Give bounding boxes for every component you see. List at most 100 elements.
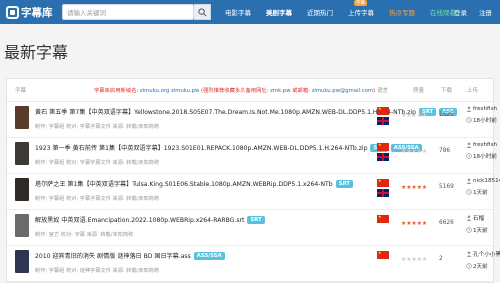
table-row: 2010 迎宾青旧的消失 剧情版 谜神落日 BD 国日字幕.ass ASS/SSA…: [7, 246, 500, 282]
subtitle-meta: 制作: 字幕组 校对: 字幕字幕文件 来源: 转载/未知简称: [35, 124, 160, 130]
chinese-flag-icon: [377, 251, 389, 259]
search-icon: [197, 7, 206, 16]
poster-thumbnail[interactable]: [15, 106, 29, 129]
subtitle-title: 1923 第一季 黄石前传 第1集【中英双语字幕】1923.S01E01.REP…: [35, 145, 368, 152]
subtitle-title-link[interactable]: 解放黑奴 中英双语.Emancipation.2022.1080p.WEBRip…: [35, 215, 265, 224]
upload-time-text: 18小时前: [473, 154, 497, 160]
nav-movie-subs[interactable]: 电影字幕: [225, 7, 251, 17]
table-row: 1923 第一季 黄石前传 第1集【中英双语字幕】1923.S01E01.REP…: [7, 138, 497, 174]
uploader-link[interactable]: 孔个小小黑: [466, 250, 500, 258]
uploader-name: nick18514: [473, 178, 500, 184]
rating-stars: ★★★★★: [401, 112, 427, 119]
col-subtitle: 字幕: [15, 88, 27, 94]
upload-time-text: 18小时前: [473, 118, 497, 124]
user-icon: [466, 251, 472, 257]
auth-links: 登录 注册: [442, 0, 492, 24]
language-flags: [377, 179, 389, 197]
site-logo[interactable]: 字幕库: [6, 5, 58, 20]
chinese-flag-icon: [377, 143, 389, 151]
search-placeholder: 请输入关键词: [67, 9, 106, 17]
poster-thumbnail[interactable]: [15, 214, 29, 237]
subtitle-title-link[interactable]: 1923 第一季 黄石前传 第1集【中英双语字幕】1923.S01E01.REP…: [35, 143, 422, 152]
nav-tv-subs[interactable]: 美剧字幕: [266, 7, 292, 17]
nav-upload[interactable]: 上传字幕 字幕: [348, 0, 374, 17]
uploader-name: freshfish: [473, 106, 498, 112]
upload-time-text: 2天前: [473, 264, 488, 270]
register-link[interactable]: 注册: [479, 7, 492, 17]
clock-icon: [466, 153, 472, 159]
search-input[interactable]: 请输入关键词: [62, 4, 194, 20]
col-uploader: 上传: [467, 88, 479, 94]
language-flags: [377, 143, 389, 161]
subtitle-title: 黄石 第五季 第7集【中英双语字幕】Yellowstone.2018.S05E0…: [35, 109, 416, 116]
star-icon: ★: [421, 256, 427, 263]
user-icon: [466, 142, 472, 148]
subtitle-title-link[interactable]: 塔尔萨之王 第1集【中英双语字幕】Tulsa.King.S01E06.Stabl…: [35, 179, 353, 188]
login-link[interactable]: 登录: [454, 7, 467, 17]
upload-time: 2天前: [466, 262, 500, 270]
clock-icon: [466, 227, 472, 233]
rating-stars: ★★★★★: [401, 148, 427, 155]
notice-suffix: ): [373, 88, 376, 94]
notice-domains[interactable]: zimuku.org zimuku.pw: [140, 88, 200, 94]
english-flag-icon: [377, 189, 389, 197]
uploader-link[interactable]: freshfish: [466, 142, 497, 148]
rating-stars: ★★★★★: [401, 184, 427, 191]
poster-thumbnail[interactable]: [15, 142, 29, 165]
search-button[interactable]: [194, 4, 211, 20]
notice-backup[interactable]: zmk.pw: [270, 88, 290, 94]
english-flag-icon: [377, 117, 389, 125]
nav-hot-topics[interactable]: 热点专题: [389, 7, 415, 17]
nav-upload-label: 上传字幕: [348, 9, 374, 17]
subtitle-title: 解放黑奴 中英双语.Emancipation.2022.1080p.WEBRip…: [35, 217, 245, 224]
format-tag: ASS/SSA: [193, 251, 225, 260]
table-row: 解放黑奴 中英双语.Emancipation.2022.1080p.WEBRip…: [7, 210, 493, 246]
uploader-info: freshfish 18小时前: [466, 142, 497, 160]
notice-email[interactable]: zimuku.pw@gmail.com: [312, 88, 373, 94]
uploader-info: 石榴 1天前: [466, 214, 488, 234]
upload-time: 18小时前: [466, 152, 497, 160]
notice-prefix: 字幕库启用新域名:: [94, 88, 140, 94]
notice-mid: (强烈推荐收藏永久备用网址:: [199, 88, 271, 94]
uploader-link[interactable]: nick18514: [466, 178, 500, 184]
rating-stars: ★★★★★: [401, 220, 427, 227]
poster-thumbnail[interactable]: [15, 178, 29, 201]
upload-time: 1天前: [466, 188, 500, 196]
col-downloads: 下载: [441, 88, 453, 94]
main-nav: 电影字幕 美剧字幕 近期热门 上传字幕 字幕 热点专题 在线观看: [225, 0, 471, 17]
english-flag-icon: [377, 153, 389, 161]
upload-time-text: 1天前: [473, 190, 488, 196]
domain-notice: 字幕库启用新域名: zimuku.org zimuku.pw (强烈推荐收藏永久…: [94, 86, 375, 94]
page-title: 最新字幕: [4, 43, 69, 62]
subtitle-meta: 制作: 官方 校对: 字幕 来源: 转载/未知简称: [35, 232, 134, 238]
uploader-link[interactable]: 石榴: [466, 214, 488, 222]
upload-time-text: 1天前: [473, 228, 488, 234]
table-row: 黄石 第五季 第7集【中英双语字幕】Yellowstone.2018.S05E0…: [7, 102, 497, 138]
star-icon: ★: [421, 112, 427, 119]
uploader-name: freshfish: [473, 142, 498, 148]
download-count: 6626: [439, 220, 454, 226]
uploader-info: 孔个小小黑 2天前: [466, 250, 500, 270]
nav-trending[interactable]: 近期热门: [307, 7, 333, 17]
uploader-link[interactable]: freshfish: [466, 106, 497, 112]
subtitle-title-link[interactable]: 黄石 第五季 第7集【中英双语字幕】Yellowstone.2018.S05E0…: [35, 107, 457, 116]
download-count: 786: [439, 148, 451, 154]
star-icon: ★: [421, 148, 427, 155]
format-tag: SRT: [247, 215, 265, 224]
uploader-name: 孔个小小黑: [473, 252, 500, 258]
clock-icon: [466, 117, 472, 123]
top-navigation-bar: 字幕库 请输入关键词 电影字幕 美剧字幕 近期热门 上传字幕 字幕 热点专题 在…: [0, 0, 500, 24]
subtitle-meta: 制作: 字幕组 校对: 谜神字幕文件 来源: 转载/未知简称: [35, 268, 160, 274]
subtitle-meta: 制作: 字幕组 校对: 字幕字幕文件 来源: 转载/未知简称: [35, 196, 160, 202]
download-count: 1525: [439, 112, 454, 118]
table-row: 塔尔萨之王 第1集【中英双语字幕】Tulsa.King.S01E06.Stabl…: [7, 174, 500, 210]
chinese-flag-icon: [377, 179, 389, 187]
col-rating: 质量: [413, 88, 425, 94]
chinese-flag-icon: [377, 107, 389, 115]
subtitle-title-link[interactable]: 2010 迎宾青旧的消失 剧情版 谜神落日 BD 国日字幕.ass ASS/SSA: [35, 251, 225, 260]
uploader-info: freshfish 18小时前: [466, 106, 497, 124]
logo-icon: [6, 5, 19, 19]
poster-thumbnail[interactable]: [15, 250, 29, 273]
table-header: 字幕 字幕库启用新域名: zimuku.org zimuku.pw (强烈推荐收…: [7, 79, 493, 102]
star-icon: ★: [421, 184, 427, 191]
